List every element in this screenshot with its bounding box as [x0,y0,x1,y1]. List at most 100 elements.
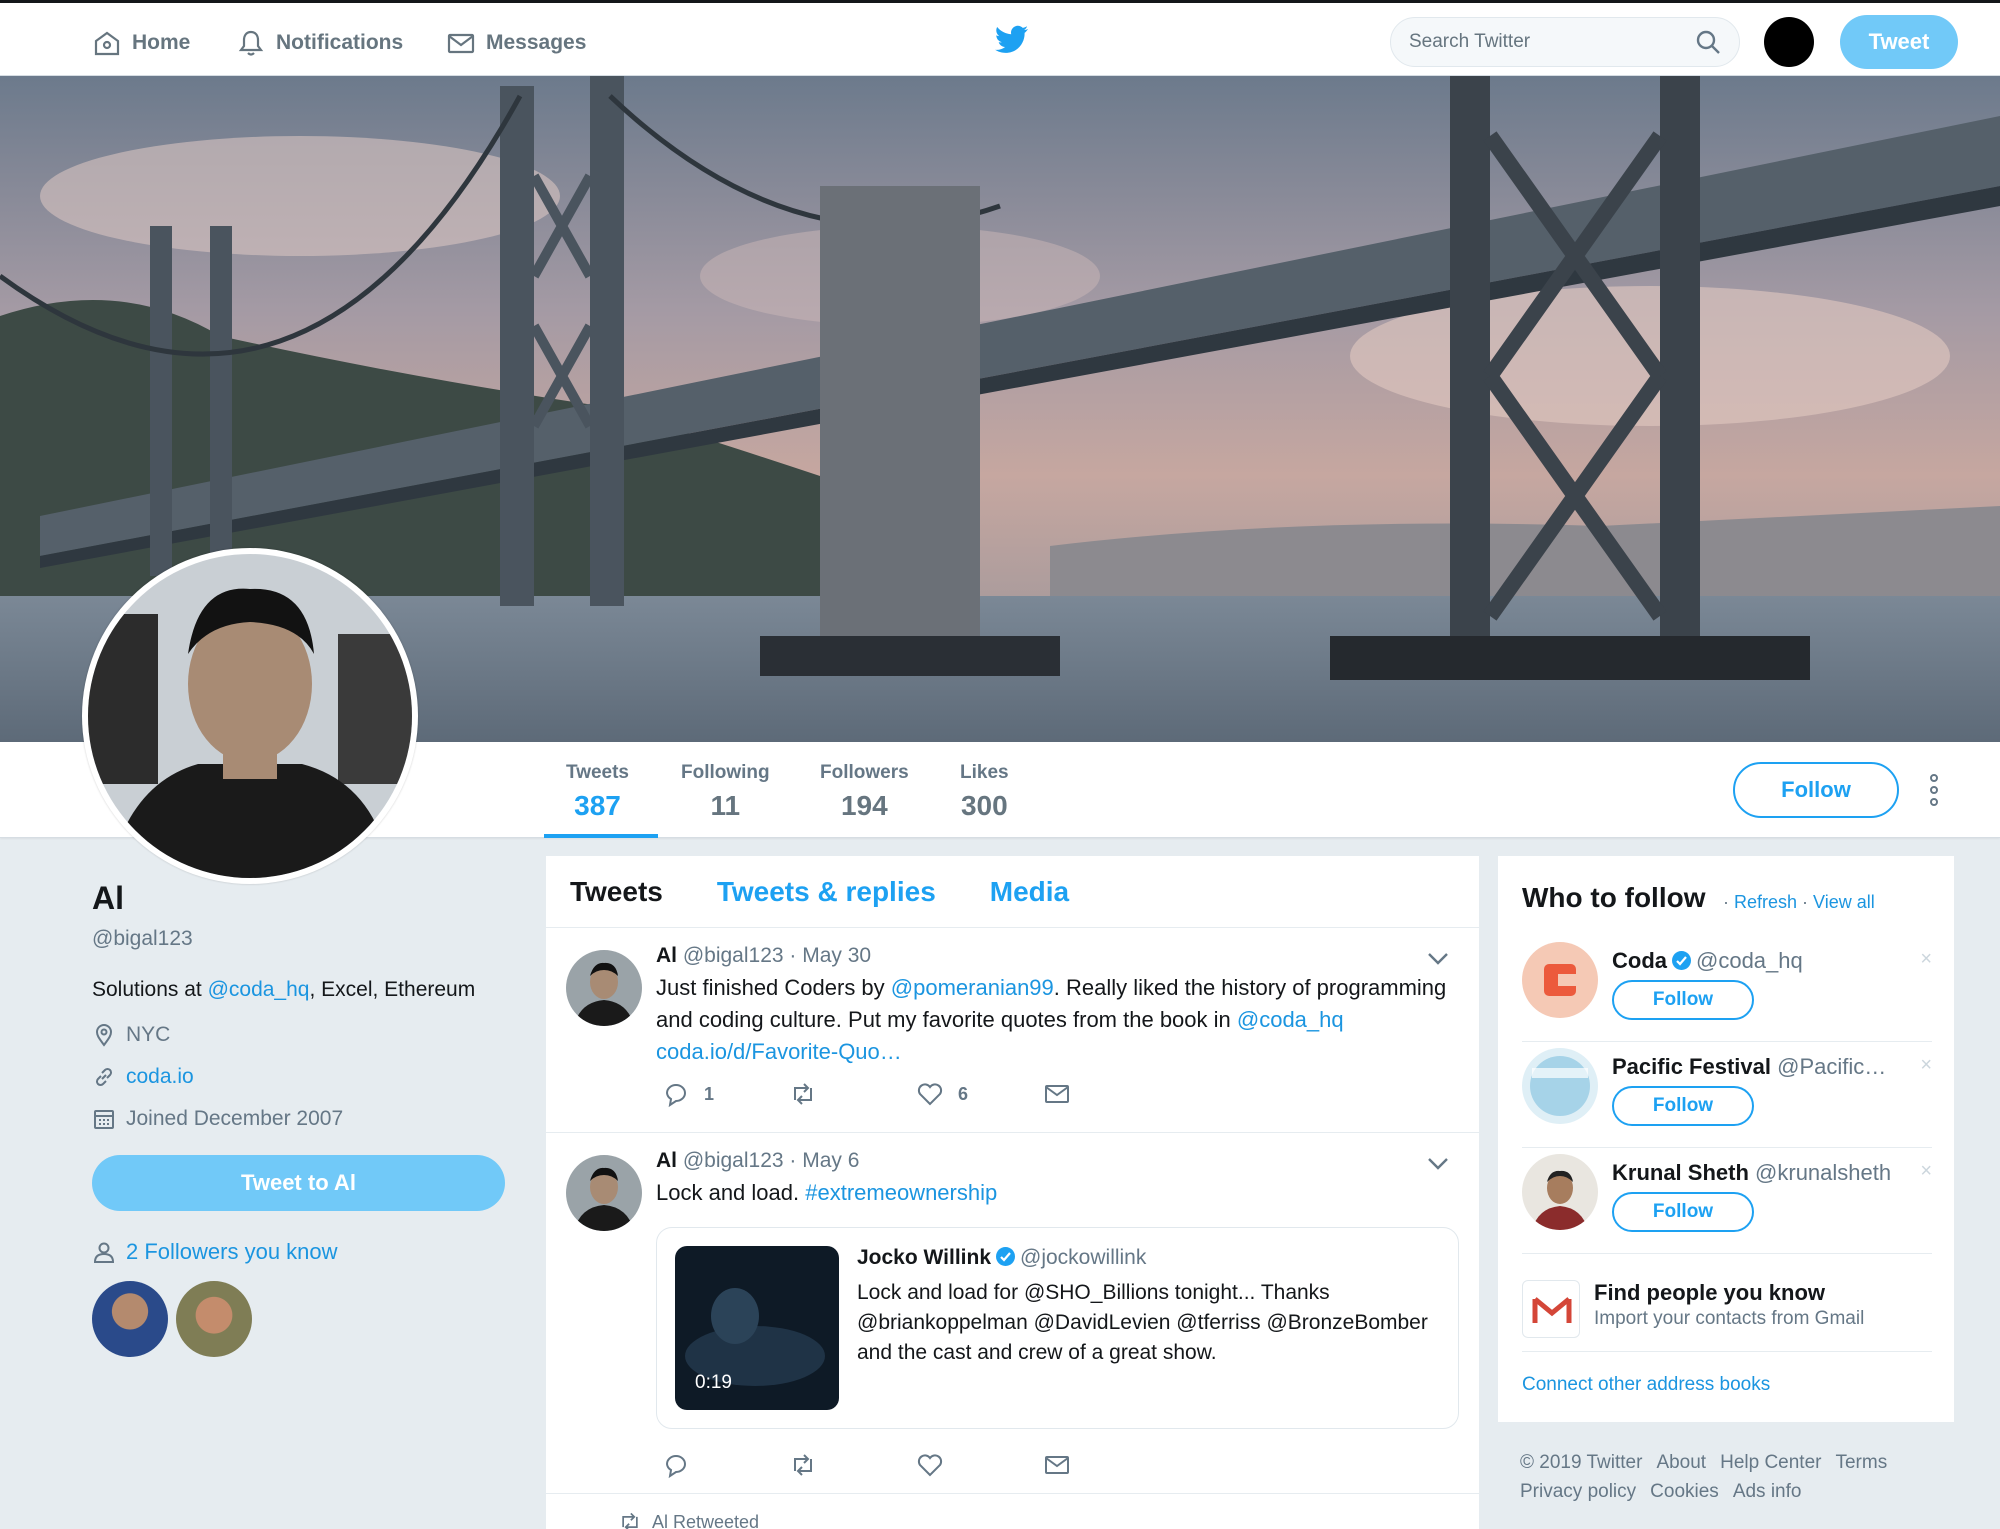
footer-link-about[interactable]: About [1656,1452,1706,1473]
connect-address-books-link[interactable]: Connect other address books [1522,1374,1770,1396]
stat-likes-count: 300 [960,790,1008,821]
followers-you-know[interactable]: 2 Followers you know [92,1239,512,1265]
video-thumbnail[interactable]: 0:19 [675,1246,839,1410]
reply-action[interactable]: 1 [662,1080,789,1108]
direct-message-action[interactable] [1043,1080,1170,1108]
tweet-author-handle[interactable]: @bigal123 [683,1149,784,1172]
tweet-header: Al @bigal123 · May 6 [656,1149,859,1173]
dismiss-icon[interactable]: × [1920,1160,1932,1183]
profile-name: Al [92,880,124,916]
mention-link[interactable]: @coda_hq [1237,1007,1344,1032]
who-to-follow-links: · Refresh · View all [1723,892,1875,912]
profile-avatar[interactable] [82,548,418,884]
footer-link-help-center[interactable]: Help Center [1720,1452,1821,1473]
stat-tweets[interactable]: Tweets 387 [566,762,629,822]
search-input[interactable] [1409,31,1695,53]
suggestion-name[interactable]: Krunal Sheth @krunalsheth [1612,1160,1902,1186]
tab-tweets[interactable]: Tweets [570,876,663,908]
retweet-action[interactable] [789,1451,916,1479]
stat-tweets-label: Tweets [566,762,630,783]
website-link[interactable]: coda.io [126,1065,194,1089]
direct-message-action[interactable] [1043,1451,1170,1479]
link-icon [95,1067,113,1087]
find-people-you-know[interactable]: Find people you know Import your contact… [1522,1272,1932,1352]
tweet-text: Lock and load. #extremeownership [656,1177,1456,1209]
profile-sidebar: Al @bigal123 Solutions at @coda_hq, Exce… [92,880,512,1357]
who-to-follow-panel: Who to follow · Refresh · View all Coda @… [1498,856,1954,1422]
footer-link-privacy[interactable]: Privacy policy [1520,1481,1636,1502]
retweet-action[interactable] [789,1080,916,1108]
nav-home[interactable]: Home [92,25,190,61]
stat-likes-label: Likes [960,762,1009,783]
follow-button[interactable]: Follow [1612,980,1754,1020]
joined-text: Joined December 2007 [126,1107,344,1130]
nav-notifications-label: Notifications [276,31,404,54]
search-box[interactable] [1390,17,1740,67]
follow-profile-button[interactable]: Follow [1733,762,1899,818]
suggestion-avatar[interactable] [1522,942,1598,1018]
suggestion-handle: @Pacific… [1777,1054,1887,1079]
quoted-author-handle[interactable]: @jockowillink [1020,1246,1146,1269]
chevron-down-icon[interactable] [1427,1157,1449,1171]
reply-action[interactable] [662,1451,789,1479]
compose-tweet-button[interactable]: Tweet [1840,15,1958,69]
account-avatar[interactable] [1764,17,1814,67]
suggestion-avatar[interactable] [1522,1154,1598,1230]
tweet-header: Al @bigal123 · May 30 [656,944,871,968]
like-action[interactable]: 6 [916,1080,1043,1108]
tab-tweets-and-replies[interactable]: Tweets & replies [717,876,936,908]
profile-handle[interactable]: @bigal123 [92,927,512,951]
nav-messages[interactable]: Messages [446,25,586,61]
tweet-author-name[interactable]: Al [656,1149,677,1172]
follow-button[interactable]: Follow [1612,1086,1754,1126]
mention-link[interactable]: @pomeranian99 [891,975,1054,1000]
view-all-link[interactable]: View all [1813,892,1875,912]
find-people-title: Find people you know [1594,1280,1825,1305]
tweet-date[interactable]: · May 30 [789,944,871,967]
suggestion-handle: @coda_hq [1696,948,1803,973]
suggestion-avatar[interactable] [1522,1048,1598,1124]
profile-website: coda.io [92,1065,512,1089]
like-action[interactable] [916,1451,1043,1479]
suggestion-display-name: Pacific Festival [1612,1054,1771,1079]
location-pin-icon [95,1024,113,1047]
tweet-date[interactable]: · May 6 [789,1149,859,1172]
search-icon[interactable] [1695,29,1721,55]
more-options-icon[interactable] [1928,770,1940,810]
stat-following[interactable]: Following 11 [681,762,770,822]
footer-link-ads-info[interactable]: Ads info [1733,1481,1802,1502]
quoted-tweet[interactable]: 0:19 Jocko Willink @jockowillink Lock and… [656,1227,1459,1429]
follow-button[interactable]: Follow [1612,1192,1754,1232]
twitter-bird-icon[interactable] [995,25,1029,55]
suggestion-name[interactable]: Coda @coda_hq [1612,948,1902,974]
tweet-author-avatar[interactable] [566,950,642,1026]
tweet-text-part: Just finished Coders by [656,975,891,1000]
chevron-down-icon[interactable] [1427,952,1449,966]
suggestion-name[interactable]: Pacific Festival @Pacific… [1612,1054,1902,1080]
bio-mention-link[interactable]: @coda_hq [208,978,310,1001]
dismiss-icon[interactable]: × [1920,948,1932,971]
known-follower-avatar[interactable] [92,1281,168,1357]
url-link[interactable]: coda.io/d/Favorite-Quo… [656,1039,902,1064]
footer-link-terms[interactable]: Terms [1835,1452,1887,1473]
stat-likes[interactable]: Likes 300 [960,762,1009,822]
nav-notifications[interactable]: Notifications [236,25,403,61]
tweet[interactable]: Al @bigal123 · May 6 Lock and load. #ext… [546,1133,1479,1494]
tweet[interactable]: Al @bigal123 · May 30 Just finished Code… [546,928,1479,1133]
hashtag-link[interactable]: #extremeownership [805,1180,997,1205]
tweet-to-user-button[interactable]: Tweet to Al [92,1155,505,1211]
known-follower-avatar[interactable] [176,1281,252,1357]
location-text: NYC [126,1023,171,1046]
stat-followers[interactable]: Followers 194 [820,762,909,822]
refresh-link[interactable]: Refresh [1734,892,1797,912]
footer-link-cookies[interactable]: Cookies [1650,1481,1719,1502]
bio-text-suffix: , Excel, Ethereum [309,978,476,1001]
quoted-tweet-text: Lock and load for @SHO_Billions tonight.… [857,1281,1428,1364]
tweet-author-avatar[interactable] [566,1155,642,1231]
quoted-author-name[interactable]: Jocko Willink [857,1246,991,1269]
stat-followers-count: 194 [840,790,888,821]
tweet-author-handle[interactable]: @bigal123 [683,944,784,967]
tab-media[interactable]: Media [990,876,1069,908]
tweet-author-name[interactable]: Al [656,944,677,967]
dismiss-icon[interactable]: × [1920,1054,1932,1077]
